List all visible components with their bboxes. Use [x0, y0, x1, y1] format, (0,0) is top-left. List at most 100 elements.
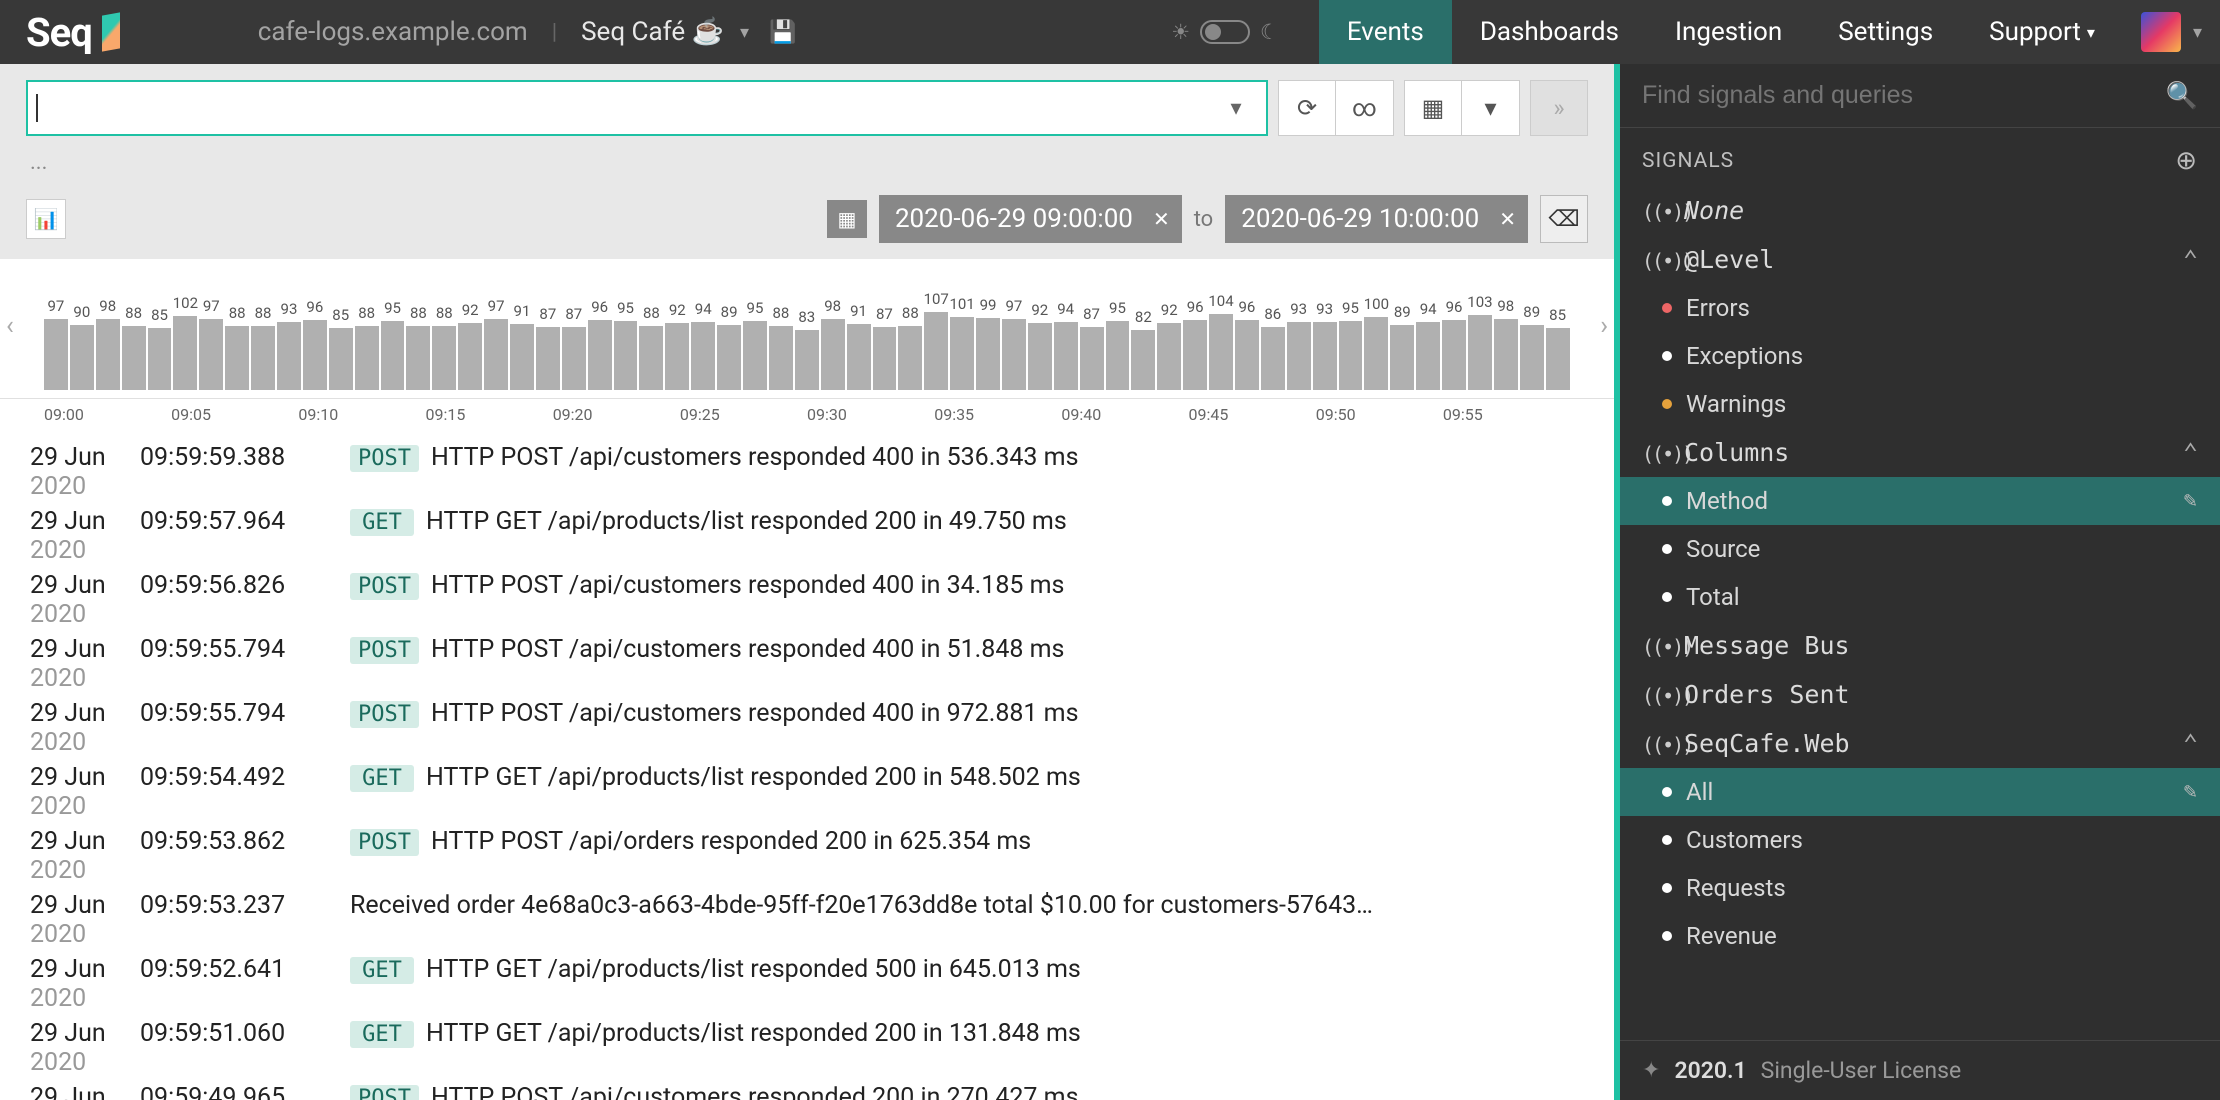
query-input-wrapper[interactable]: ▾	[26, 80, 1268, 136]
version-label[interactable]: 2020.1	[1674, 1057, 1746, 1084]
histogram-bar[interactable]: 88	[432, 326, 456, 390]
event-row[interactable]: 29 Jun 202009:59:59.388POSTHTTP POST /ap…	[0, 440, 1614, 504]
histogram-bar[interactable]: 83	[795, 330, 819, 390]
signal-item-source[interactable]: Source	[1620, 525, 2220, 573]
histogram-bar[interactable]: 93	[1313, 322, 1337, 390]
histogram-bar[interactable]: 100	[1364, 317, 1388, 390]
histogram-bar[interactable]: 104	[1209, 314, 1233, 390]
histogram-bar[interactable]: 96	[588, 320, 612, 390]
histogram-bar[interactable]: 92	[1157, 323, 1181, 390]
histogram-bar[interactable]: 97	[44, 319, 68, 390]
signal-group-orders-sent[interactable]: Orders Sent	[1620, 670, 2220, 719]
signal-item-warnings[interactable]: Warnings	[1620, 380, 2220, 428]
histogram-bar[interactable]: 87	[873, 327, 897, 390]
theme-toggle[interactable]: ☀ ☾	[1171, 20, 1279, 45]
histogram-bar[interactable]: 96	[303, 320, 327, 390]
histogram-bar[interactable]: 94	[1054, 322, 1078, 390]
histogram-bar[interactable]: 92	[1028, 323, 1052, 390]
chart-toggle-button[interactable]: 📊	[26, 199, 66, 239]
event-row[interactable]: 29 Jun 202009:59:55.794POSTHTTP POST /ap…	[0, 696, 1614, 760]
view-options-button[interactable]: ▾	[1462, 80, 1520, 136]
clear-from-icon[interactable]: ✕	[1153, 207, 1170, 231]
query-dropdown-icon[interactable]: ▾	[1214, 96, 1258, 121]
histogram-bar[interactable]: 85	[1546, 328, 1570, 390]
histogram-bar[interactable]: 101	[950, 317, 974, 390]
histogram-bar[interactable]: 96	[1442, 320, 1466, 390]
signal-item-method[interactable]: Method✎	[1614, 477, 2220, 525]
histogram-bar[interactable]: 98	[96, 319, 120, 390]
histogram-bar[interactable]: 99	[976, 318, 1000, 390]
histogram-bar[interactable]: 94	[691, 322, 715, 390]
histogram-bar[interactable]: 95	[381, 321, 405, 390]
nav-tab-settings[interactable]: Settings	[1810, 0, 1961, 64]
histogram-bar[interactable]: 87	[536, 327, 560, 390]
histogram-bar[interactable]: 93	[1287, 322, 1311, 390]
histogram-bar[interactable]: 107	[924, 312, 948, 390]
histogram-bar[interactable]: 92	[458, 323, 482, 390]
nav-tab-ingestion[interactable]: Ingestion	[1647, 0, 1810, 64]
event-row[interactable]: 29 Jun 202009:59:49.965POSTHTTP POST /ap…	[0, 1080, 1614, 1100]
more-button[interactable]: »	[1530, 80, 1588, 136]
signal-item-requests[interactable]: Requests	[1620, 864, 2220, 912]
histogram-bar[interactable]: 95	[614, 321, 638, 390]
refresh-button[interactable]: ⟳	[1278, 80, 1336, 136]
clear-time-button[interactable]: ⌫	[1540, 195, 1588, 243]
histogram-bar[interactable]: 98	[821, 319, 845, 390]
brand-square-icon[interactable]	[2141, 12, 2181, 52]
histogram-bar[interactable]: 85	[329, 328, 353, 390]
histogram-bar[interactable]: 93	[277, 322, 301, 390]
histogram-bar[interactable]: 89	[717, 325, 741, 390]
logo[interactable]: Seq	[26, 9, 120, 56]
histogram-bar[interactable]: 97	[1002, 319, 1026, 390]
histogram-bar[interactable]: 88	[251, 326, 275, 390]
histogram-bar[interactable]: 86	[1261, 327, 1285, 390]
event-row[interactable]: 29 Jun 202009:59:57.964GETHTTP GET /api/…	[0, 504, 1614, 568]
calendar-button[interactable]: ▦	[827, 200, 867, 238]
event-row[interactable]: 29 Jun 202009:59:53.862POSTHTTP POST /ap…	[0, 824, 1614, 888]
histogram-bar[interactable]: 95	[1106, 321, 1130, 390]
event-list[interactable]: 29 Jun 202009:59:59.388POSTHTTP POST /ap…	[0, 434, 1614, 1100]
histogram-bar[interactable]: 98	[1494, 319, 1518, 390]
signal-group-columns[interactable]: Columns⌃	[1620, 428, 2220, 477]
histogram-bar[interactable]: 88	[225, 326, 249, 390]
histogram-prev-icon[interactable]: ‹	[6, 311, 14, 341]
histogram-bar[interactable]: 95	[743, 321, 767, 390]
histogram-bar[interactable]: 88	[898, 326, 922, 390]
save-icon[interactable]: 💾	[769, 20, 796, 45]
signal-item-exceptions[interactable]: Exceptions	[1620, 332, 2220, 380]
chevron-up-icon[interactable]: ⌃	[2183, 438, 2198, 467]
histogram-bar[interactable]: 82	[1131, 330, 1155, 390]
nav-tab-events[interactable]: Events	[1319, 0, 1452, 64]
signal-none[interactable]: None	[1620, 186, 2220, 235]
account-chevron-down-icon[interactable]: ▾	[2193, 22, 2202, 43]
histogram-bar[interactable]: 89	[1390, 325, 1414, 390]
histogram-bar[interactable]: 87	[562, 327, 586, 390]
tail-button[interactable]: ∞	[1336, 80, 1394, 136]
histogram-bar[interactable]: 97	[199, 319, 223, 390]
view-grid-button[interactable]: ▦	[1404, 80, 1462, 136]
workspace-selector[interactable]: Seq Café ☕ ▾	[581, 17, 749, 47]
find-signals-input[interactable]	[1642, 81, 2166, 110]
histogram-bar[interactable]: 88	[355, 326, 379, 390]
chevron-up-icon[interactable]: ⌃	[2183, 245, 2198, 274]
histogram-bar[interactable]: 88	[406, 326, 430, 390]
edit-icon[interactable]: ✎	[2183, 491, 2198, 512]
signal-item-customers[interactable]: Customers	[1620, 816, 2220, 864]
histogram-bar[interactable]: 96	[1235, 320, 1259, 390]
add-signal-icon[interactable]: ⊕	[2175, 146, 2198, 176]
chevron-up-icon[interactable]: ⌃	[2183, 729, 2198, 758]
signal-group-seqcafe-web[interactable]: SeqCafe.Web⌃	[1620, 719, 2220, 768]
histogram[interactable]: ‹ 97909888851029788889396858895888892979…	[0, 259, 1614, 399]
event-row[interactable]: 29 Jun 202009:59:51.060GETHTTP GET /api/…	[0, 1016, 1614, 1080]
histogram-bar[interactable]: 89	[1520, 325, 1544, 390]
histogram-bar[interactable]: 91	[510, 324, 534, 390]
event-row[interactable]: 29 Jun 202009:59:55.794POSTHTTP POST /ap…	[0, 632, 1614, 696]
event-row[interactable]: 29 Jun 202009:59:54.492GETHTTP GET /api/…	[0, 760, 1614, 824]
histogram-bar[interactable]: 90	[70, 325, 94, 390]
nav-tab-dashboards[interactable]: Dashboards	[1452, 0, 1647, 64]
event-row[interactable]: 29 Jun 202009:59:53.237Received order 4e…	[0, 888, 1614, 952]
signal-group-message-bus[interactable]: Message Bus	[1620, 621, 2220, 670]
histogram-bar[interactable]: 97	[484, 319, 508, 390]
query-input[interactable]	[38, 95, 1214, 121]
time-from-pill[interactable]: 2020-06-29 09:00:00 ✕	[879, 195, 1182, 243]
